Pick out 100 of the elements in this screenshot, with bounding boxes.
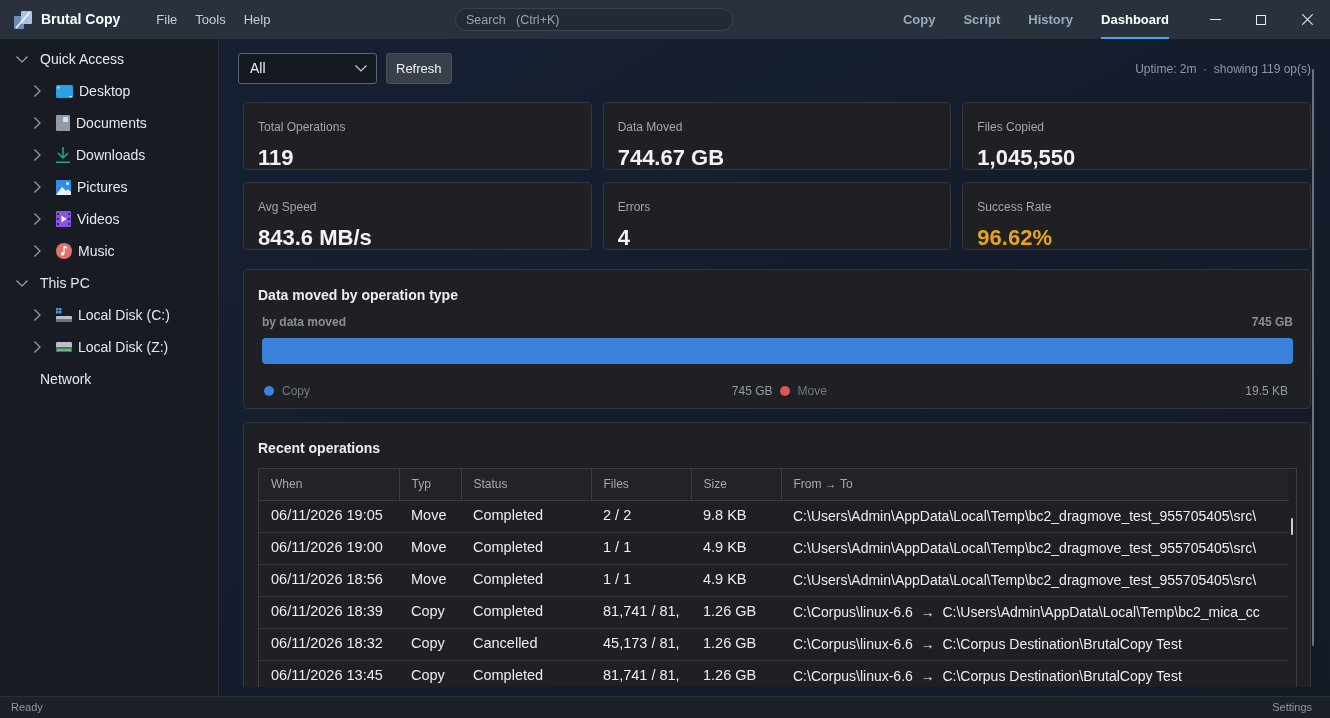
chevron-right-icon[interactable] bbox=[34, 149, 41, 161]
tree-item[interactable]: This PC bbox=[0, 267, 218, 299]
chevron-right-icon[interactable] bbox=[34, 181, 41, 193]
table-cell: 1.26 GB bbox=[691, 628, 781, 660]
table-cell: 9.8 KB bbox=[691, 500, 781, 532]
minimize-icon bbox=[1209, 19, 1221, 20]
stat-value: 843.6 MB/s bbox=[258, 224, 372, 252]
table-cell: 06/11/2026 18:32 bbox=[259, 628, 399, 660]
chevron-right-icon[interactable] bbox=[34, 117, 41, 129]
column-header[interactable]: When bbox=[259, 469, 399, 500]
tree-item[interactable]: Videos bbox=[0, 203, 218, 235]
chart-total: 745 GB bbox=[1251, 314, 1293, 330]
chevron-right-icon[interactable] bbox=[34, 245, 41, 257]
maximize-icon bbox=[1256, 14, 1266, 25]
legend-label: Move bbox=[797, 383, 827, 400]
table-cell: 4.9 KB bbox=[691, 564, 781, 596]
scrollbar-thumb[interactable] bbox=[1291, 518, 1293, 535]
table-cell: Copy bbox=[399, 660, 461, 687]
stat-label: Data Moved bbox=[617, 119, 683, 135]
stat-label: Success Rate bbox=[977, 199, 1052, 215]
stat-label: Total Operations bbox=[258, 119, 346, 135]
column-header[interactable]: Typ bbox=[399, 469, 461, 500]
stat-value: 4 bbox=[617, 224, 630, 252]
table-cell: Move bbox=[399, 532, 461, 564]
table-cell: 2 / 2 bbox=[591, 500, 691, 532]
download-icon bbox=[56, 147, 70, 163]
table-cell: 06/11/2026 13:45 bbox=[259, 660, 399, 687]
tree-item[interactable]: Downloads bbox=[0, 139, 218, 171]
tree-item[interactable]: Local Disk (Z:) bbox=[0, 331, 218, 363]
picture-icon bbox=[56, 179, 71, 195]
stat-value: 1,045,550 bbox=[977, 144, 1076, 172]
menu-item[interactable]: File bbox=[156, 9, 178, 30]
table-cell: 1 / 1 bbox=[591, 532, 691, 564]
chevron-right-icon[interactable] bbox=[34, 341, 41, 353]
table-cell: C:\Users\Admin\AppData\Local\Temp\bc2_dragmove_test_955705405\src\ bbox=[781, 500, 1289, 532]
chart-title: Data moved by operation type bbox=[258, 286, 458, 304]
stat-value: 119 bbox=[258, 144, 294, 172]
scrollbar-thumb[interactable] bbox=[1312, 69, 1314, 646]
table-cell: Cancelled bbox=[461, 628, 591, 660]
chevron-right-icon[interactable] bbox=[34, 213, 41, 225]
table-cell: C:\Corpus\linux-6.6 → C:\Users\Admin\AppData\Local\Temp\bc2_mica_cc bbox=[781, 596, 1289, 628]
table-cell: 06/11/2026 19:00 bbox=[259, 532, 399, 564]
column-header[interactable]: From → To bbox=[781, 469, 1289, 500]
tree-item[interactable]: Music bbox=[0, 235, 218, 267]
tree-item[interactable]: Network bbox=[0, 363, 218, 395]
stat-value: 96.62% bbox=[977, 224, 1052, 252]
tree-item[interactable]: Quick Access bbox=[0, 43, 218, 75]
tab[interactable]: Script bbox=[963, 0, 1001, 39]
stat-label: Avg Speed bbox=[258, 199, 317, 215]
film-icon bbox=[56, 211, 71, 227]
settings-link[interactable]: Settings bbox=[1272, 699, 1312, 716]
document-icon bbox=[56, 115, 70, 131]
chevron-right-icon[interactable] bbox=[34, 309, 41, 321]
stat-value: 744.67 GB bbox=[617, 144, 725, 172]
legend-value: 745 GB bbox=[731, 383, 773, 400]
table-cell: 1.26 GB bbox=[691, 660, 781, 687]
table-cell: C:\Users\Admin\AppData\Local\Temp\bc2_dragmove_test_955705405\src\ bbox=[781, 532, 1289, 564]
logo-icon bbox=[14, 10, 32, 29]
column-header[interactable]: Status bbox=[461, 469, 591, 500]
table-cell: Completed bbox=[461, 500, 591, 532]
table-cell: Copy bbox=[399, 596, 461, 628]
table-cell: 45,173 / 81, bbox=[591, 628, 691, 660]
table-cell: Completed bbox=[461, 596, 591, 628]
legend-label: Copy bbox=[282, 383, 310, 400]
table-cell: C:\Corpus\linux-6.6 → C:\Corpus Destination\BrutalCopy Test bbox=[781, 628, 1289, 660]
table-cell: 81,741 / 81, bbox=[591, 660, 691, 687]
stat-label: Files Copied bbox=[977, 119, 1045, 135]
table-cell: C:\Corpus\linux-6.6 → C:\Corpus Destination\BrutalCopy Test bbox=[781, 660, 1289, 687]
uptime-text: Uptime: 2m · showing 119 op(s) bbox=[1135, 60, 1311, 78]
menu-item[interactable]: Help bbox=[243, 9, 271, 30]
tree-item[interactable]: Documents bbox=[0, 107, 218, 139]
table-cell: Completed bbox=[461, 660, 591, 687]
tree-item[interactable]: Pictures bbox=[0, 171, 218, 203]
search-field[interactable]: Search (Ctrl+K) bbox=[455, 8, 733, 31]
table-cell: 06/11/2026 19:05 bbox=[259, 500, 399, 532]
tree-item[interactable]: Desktop bbox=[0, 75, 218, 107]
table-cell: 06/11/2026 18:56 bbox=[259, 564, 399, 596]
drive-icon bbox=[56, 342, 72, 352]
table-cell: Move bbox=[399, 564, 461, 596]
chevron-down-icon[interactable] bbox=[16, 55, 28, 63]
menu-item[interactable]: Tools bbox=[195, 9, 226, 30]
table-cell: 4.9 KB bbox=[691, 532, 781, 564]
app-title: Brutal Copy bbox=[41, 10, 121, 29]
column-header[interactable]: Files bbox=[591, 469, 691, 500]
table-cell: 06/11/2026 18:39 bbox=[259, 596, 399, 628]
music-note-icon bbox=[56, 243, 72, 259]
column-header[interactable]: Size bbox=[691, 469, 781, 500]
status-text: Ready bbox=[10, 700, 43, 716]
stat-label: Errors bbox=[617, 199, 651, 215]
chevron-right-icon[interactable] bbox=[34, 85, 41, 97]
close-icon bbox=[1301, 14, 1313, 25]
filter-dropdown[interactable]: All bbox=[238, 53, 377, 84]
tree-item[interactable]: Local Disk (C:) bbox=[0, 299, 218, 331]
tab[interactable]: Copy bbox=[902, 0, 936, 39]
drive-icon bbox=[56, 308, 72, 322]
caret-icon bbox=[355, 65, 367, 72]
table-cell: C:\Users\Admin\AppData\Local\Temp\bc2_dragmove_test_955705405\src\ bbox=[781, 564, 1289, 596]
refresh-button[interactable]: Refresh bbox=[386, 53, 452, 84]
tab[interactable]: History bbox=[1028, 0, 1074, 39]
chevron-down-icon[interactable] bbox=[16, 279, 28, 287]
